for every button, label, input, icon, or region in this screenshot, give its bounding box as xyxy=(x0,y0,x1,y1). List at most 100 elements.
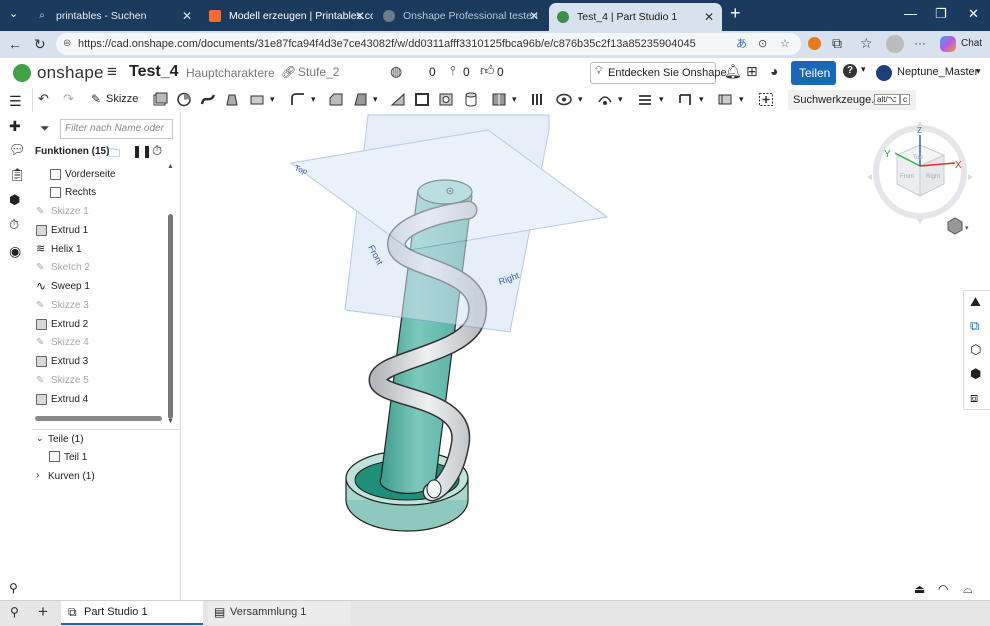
scroll-up-arrow[interactable]: ▲ xyxy=(167,163,174,170)
sketch-pencil-icon[interactable]: ✎ xyxy=(91,92,101,106)
hole-icon[interactable] xyxy=(438,92,454,107)
chevron-down-icon[interactable]: ▾ xyxy=(311,94,316,105)
view-cube[interactable] xyxy=(873,125,967,219)
part-1-item[interactable]: Teil 1 xyxy=(64,452,87,463)
lighting-icon[interactable]: ⌓ xyxy=(963,582,973,597)
sweep-icon[interactable] xyxy=(200,92,216,107)
plane-icon[interactable] xyxy=(677,92,693,107)
branch-label[interactable]: Hauptcharaktere xyxy=(186,66,275,80)
search-tools-field[interactable]: Suchwerkzeuge... alt/⌥ c xyxy=(788,90,916,110)
tab-part-studio-1[interactable]: ⧉ Part Studio 1 xyxy=(61,601,203,625)
document-title[interactable]: Test_4 xyxy=(129,63,179,81)
chevron-down-icon[interactable]: ▾ xyxy=(373,94,378,105)
chevron-down-icon[interactable]: ▾ xyxy=(659,94,664,105)
reference-planes[interactable] xyxy=(289,114,609,333)
add-folder-icon[interactable]: 🗀︎ xyxy=(108,144,120,165)
onshape-logo-icon[interactable] xyxy=(13,64,31,82)
history-timer-icon[interactable]: ⏱︎ xyxy=(9,217,24,232)
chevron-down-icon[interactable]: ▾ xyxy=(270,94,275,105)
rotate-arrow-up[interactable] xyxy=(917,121,923,126)
shell-icon[interactable] xyxy=(414,92,430,107)
feature-item[interactable]: Extrud 2 xyxy=(36,316,88,332)
section-view-icon[interactable]: ⬡ xyxy=(970,342,981,358)
undo-icon[interactable]: ↶ xyxy=(38,91,49,107)
revolve-icon[interactable] xyxy=(176,92,192,107)
favorite-star-icon[interactable]: ☆ xyxy=(780,33,790,55)
close-icon[interactable]: ✕ xyxy=(529,9,539,23)
feature-item[interactable]: Vorderseite xyxy=(50,166,116,182)
render-mode-icon[interactable]: ⏏︎ xyxy=(914,582,925,596)
search-icon[interactable]: ⚲ xyxy=(9,581,24,596)
browser-tab-test4[interactable]: Test_4 | Part Studio 1 ✕ xyxy=(549,3,722,31)
cylinder-icon[interactable] xyxy=(463,92,479,107)
chevron-down-icon[interactable]: ▾ xyxy=(512,94,517,105)
feature-item[interactable]: Extrud 4 xyxy=(36,391,88,407)
sketch-button[interactable]: Skizze xyxy=(106,93,138,105)
puzzle-extensions-icon[interactable]: ⧉ xyxy=(832,35,842,52)
reload-icon[interactable]: ↻ xyxy=(34,36,46,53)
feature-item[interactable]: Rechts xyxy=(50,185,96,201)
browser-tab-printables-search[interactable]: ⌕ printables - Suchen ✕ xyxy=(28,4,200,28)
rotate-arrow-right[interactable] xyxy=(968,174,973,180)
apps-icon[interactable]: ⊞ xyxy=(746,63,758,80)
version-label[interactable]: Stufe_2 xyxy=(298,65,339,79)
mate-connector-icon[interactable] xyxy=(717,92,733,107)
new-tab-button[interactable]: + xyxy=(730,3,741,24)
feature-list-icon[interactable]: ☰ xyxy=(9,93,24,109)
copilot-icon[interactable] xyxy=(940,36,956,52)
redo-icon[interactable]: ↷ xyxy=(63,91,74,107)
notifications-bell-icon[interactable]: 🔔︎ xyxy=(724,63,742,80)
rotate-arrow-left[interactable] xyxy=(867,174,872,180)
scroll-down-arrow[interactable]: ▼ xyxy=(167,418,174,425)
favorites-icon[interactable]: ☆ xyxy=(860,35,873,52)
app-store-icon[interactable]: ◕ xyxy=(770,63,778,79)
browser-tab-printables-model[interactable]: Modell erzeugen | Printables.com ✕ xyxy=(201,4,373,28)
reader-icon[interactable]: ⊙ xyxy=(758,33,767,55)
add-custom-feature-icon[interactable] xyxy=(758,92,774,107)
chamfer-icon[interactable] xyxy=(328,92,344,107)
tab-search-chevron-icon[interactable]: ⌄ xyxy=(9,7,18,20)
parts-title[interactable]: Teile (1) xyxy=(48,434,84,445)
pattern-icon[interactable] xyxy=(597,92,613,107)
mate-icon[interactable]: ⫯ xyxy=(450,63,456,79)
search-icon[interactable]: ⚲ xyxy=(10,605,19,619)
view-cube-dropdown-icon[interactable]: ▾ xyxy=(965,225,969,232)
share-button[interactable]: Teilen xyxy=(791,61,836,85)
globe-icon[interactable]: ◍ xyxy=(390,63,402,80)
user-name[interactable]: Neptune_Master xyxy=(897,66,978,78)
chevron-down-icon[interactable]: ▾ xyxy=(861,64,866,75)
feature-item[interactable]: ✎ Skizze 4 xyxy=(36,335,89,351)
feature-item[interactable]: ✎ Skizze 5 xyxy=(36,372,89,388)
browser-tab-onshape-trial[interactable]: Onshape Professional testen ✕ xyxy=(375,4,547,28)
discover-onshape-button[interactable]: 💡︎ Entdecken Sie Onshape xyxy=(590,62,727,84)
feature-item[interactable]: ∿ Sweep 1 xyxy=(36,279,90,295)
view-orientation-icon[interactable]: ◠ xyxy=(938,582,948,596)
filter-funnel-icon[interactable]: ⏷ xyxy=(40,121,50,136)
link-icon[interactable]: 🔗︎ xyxy=(281,65,296,79)
thicken-icon[interactable] xyxy=(249,92,265,107)
user-avatar[interactable] xyxy=(876,65,892,81)
view-cube-menu-icon[interactable] xyxy=(947,217,963,235)
back-arrow-icon[interactable]: ← xyxy=(8,36,22,52)
site-info-icon[interactable]: ⊜ xyxy=(63,33,71,55)
mirror-icon[interactable] xyxy=(637,92,653,107)
url-field[interactable]: ⊜ https://cad.onshape.com/documents/31e8… xyxy=(56,33,801,55)
loft-icon[interactable] xyxy=(224,92,240,107)
fillet-icon[interactable] xyxy=(290,92,306,107)
onshape-wordmark[interactable]: onshape xyxy=(37,63,104,83)
browser-menu-button[interactable]: ··· xyxy=(914,36,926,50)
tab-assembly-1[interactable]: ▤ Versammlung 1 xyxy=(208,601,350,625)
like-icon[interactable]: 👍︎ xyxy=(480,62,495,79)
display-states-icon[interactable]: ⧈ xyxy=(970,390,978,406)
profile-avatar[interactable] xyxy=(886,35,904,53)
help-button[interactable]: ? xyxy=(843,64,857,78)
boolean-icon[interactable] xyxy=(491,92,507,107)
chevron-right-icon[interactable]: › xyxy=(36,470,39,481)
translate-icon[interactable]: あ xyxy=(736,33,747,55)
feature-item[interactable]: ✎ Skizze 1 xyxy=(36,204,89,220)
feature-item[interactable]: ≋ Helix 1 xyxy=(36,241,82,257)
features-title[interactable]: Funktionen (15) xyxy=(35,146,109,157)
close-icon[interactable]: ✕ xyxy=(704,10,714,24)
draft-icon[interactable] xyxy=(352,92,368,107)
rollback-timer-icon[interactable]: ⏱︎ xyxy=(152,143,162,159)
